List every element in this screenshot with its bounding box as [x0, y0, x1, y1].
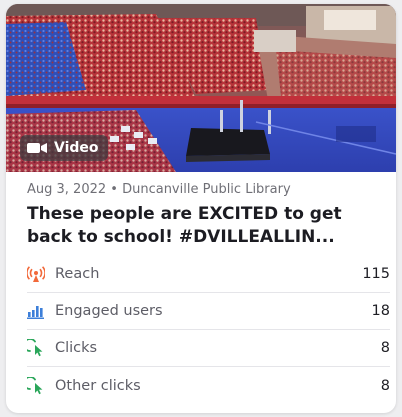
video-badge: Video [20, 135, 108, 161]
stat-row-clicks: Clicks 8 [27, 330, 390, 367]
stat-value: 8 [380, 340, 390, 356]
post-date: Aug 3, 2022 [27, 182, 107, 197]
stat-label: Clicks [55, 340, 98, 356]
stat-value: 18 [371, 303, 390, 319]
video-thumbnail[interactable]: Video [6, 4, 396, 172]
page-name: Duncanville Public Library [122, 182, 291, 197]
stat-row-reach: Reach 115 [27, 256, 390, 293]
video-badge-label: Video [54, 140, 99, 156]
stat-label: Engaged users [55, 303, 163, 319]
stat-value: 115 [362, 266, 390, 282]
post-title-line-2: back to school! #DVILLEALLIN... [27, 227, 335, 247]
video-camera-icon [27, 143, 47, 153]
cursor-click-icon [27, 376, 43, 394]
post-card: Video Aug 3, 2022 • Duncanville Public L… [6, 4, 396, 413]
bar-chart-icon [27, 306, 44, 319]
meta-separator: • [110, 182, 118, 197]
stat-row-engaged-users: Engaged users 18 [27, 293, 390, 330]
post-title[interactable]: These people are EXCITED to get back to … [27, 203, 383, 249]
post-title-line-1: These people are EXCITED to get [27, 204, 342, 224]
stat-row-other-clicks: Other clicks 8 [27, 367, 390, 404]
stats-list: Reach 115 Engaged users 18 Clicks 8 Othe… [27, 256, 390, 404]
stat-value: 8 [380, 377, 390, 394]
reach-icon [27, 266, 45, 282]
cursor-click-icon [27, 339, 43, 357]
post-meta: Aug 3, 2022 • Duncanville Public Library [27, 182, 291, 197]
stat-label: Reach [55, 266, 100, 282]
stat-label: Other clicks [55, 377, 141, 394]
